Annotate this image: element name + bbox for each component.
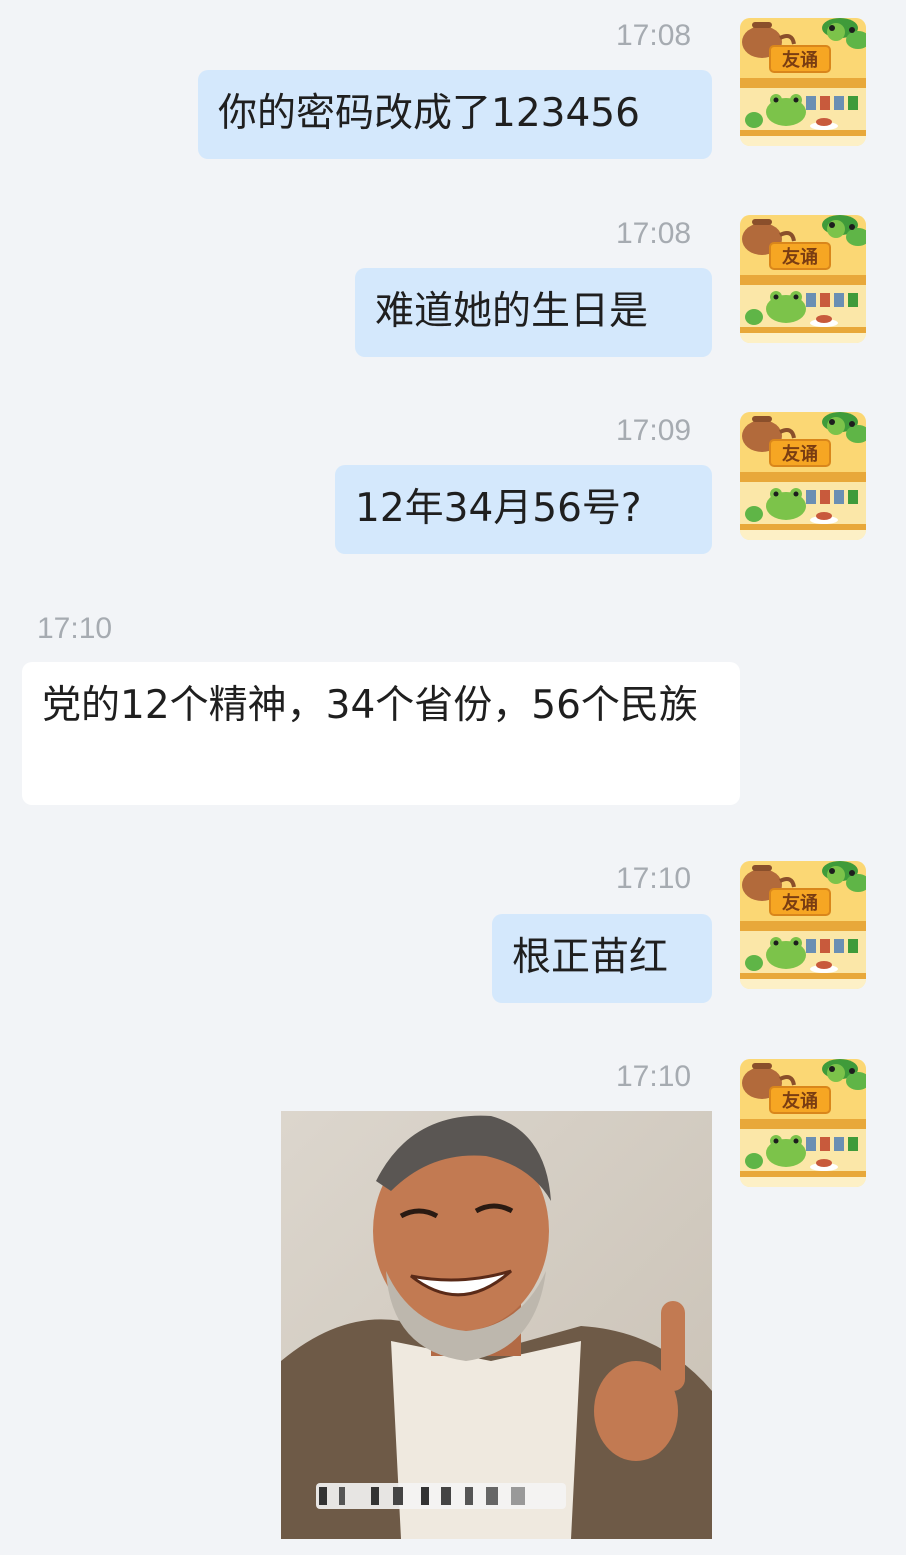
avatar[interactable]: 友诵 — [740, 18, 866, 146]
avatar[interactable]: 友诵 — [740, 215, 866, 343]
avatar-sign-text: 友诵 — [782, 246, 818, 268]
meme-image[interactable] — [281, 1111, 712, 1539]
message-bubble-sent[interactable]: 12年34月56号? — [335, 465, 712, 554]
avatar-sign-text: 友诵 — [782, 443, 818, 465]
frog-shop-avatar-icon: 友诵 — [740, 861, 866, 989]
avatar-sign-text: 友诵 — [782, 892, 818, 914]
message-bubble-sent[interactable]: 根正苗红 — [492, 914, 712, 1003]
avatar-sign-text: 友诵 — [782, 49, 818, 71]
message-timestamp: 17:09 — [616, 414, 692, 447]
message-bubble-sent[interactable]: 你的密码改成了123456 — [198, 70, 712, 159]
frog-shop-avatar-icon: 友诵 — [740, 1059, 866, 1187]
message-timestamp: 17:08 — [616, 217, 692, 250]
frog-shop-avatar-icon: 友诵 — [740, 215, 866, 343]
avatar[interactable]: 友诵 — [740, 412, 866, 540]
frog-shop-avatar-icon: 友诵 — [740, 18, 866, 146]
message-timestamp: 17:10 — [37, 612, 113, 645]
message-timestamp: 17:08 — [616, 19, 692, 52]
avatar[interactable]: 友诵 — [740, 861, 866, 989]
message-timestamp: 17:10 — [616, 1060, 692, 1093]
message-bubble-sent[interactable]: 难道她的生日是 — [355, 268, 712, 357]
frog-shop-avatar-icon: 友诵 — [740, 412, 866, 540]
laughing-man-thumbs-up-image — [281, 1111, 712, 1539]
avatar-sign-text: 友诵 — [782, 1090, 818, 1112]
message-timestamp: 17:10 — [616, 862, 692, 895]
message-bubble-received[interactable]: 党的12个精神，34个省份，56个民族 — [22, 662, 740, 805]
avatar[interactable]: 友诵 — [740, 1059, 866, 1187]
